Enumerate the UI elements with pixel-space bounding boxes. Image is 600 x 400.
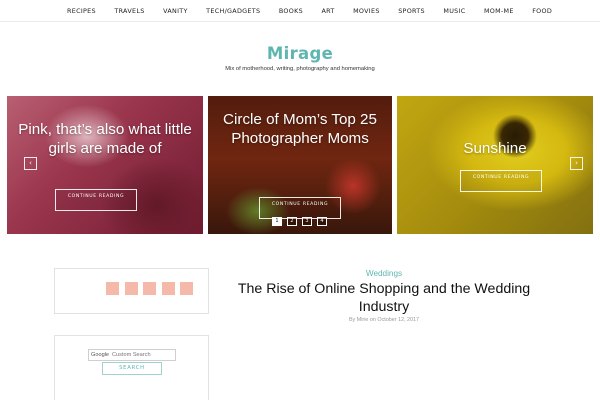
social-icon[interactable]	[106, 282, 119, 295]
slider-pagination: 1 2 3 4	[272, 217, 332, 226]
slider-page-1[interactable]: 1	[272, 217, 282, 226]
top-navigation: RECIPES TRAVELS VANITY TECH/GADGETS BOOK…	[0, 0, 600, 22]
post-meta: By Mirie on October 12, 2017	[348, 317, 420, 323]
nav-item-sports[interactable]: SPORTS	[398, 7, 425, 15]
social-icon[interactable]	[180, 282, 193, 295]
site-tagline: Mix of motherhood, writing, photography …	[225, 66, 375, 72]
slide-photographer-moms[interactable]: Circle of Mom’s Top 25 Photographer Moms…	[208, 96, 392, 234]
slide-image	[397, 96, 593, 234]
nav-item-food[interactable]: FOOD	[532, 7, 552, 15]
continue-reading-button[interactable]: CONTINUE READING	[460, 170, 542, 192]
slider-next-arrow-icon[interactable]: ›	[570, 157, 583, 170]
nav-item-books[interactable]: BOOKS	[279, 7, 303, 15]
slider-page-2[interactable]: 2	[287, 217, 297, 226]
featured-slider: Pink, that’s also what little girls are …	[0, 96, 600, 234]
post-category[interactable]: Weddings	[230, 269, 538, 278]
search-widget: Google SEARCH	[54, 335, 209, 400]
slide-title[interactable]: Circle of Mom’s Top 25 Photographer Moms	[208, 110, 392, 148]
slider-page-4[interactable]: 4	[317, 217, 327, 226]
nav-item-music[interactable]: MUSIC	[443, 7, 465, 15]
social-icons	[106, 282, 199, 295]
search-input[interactable]	[112, 351, 174, 359]
nav-item-mom-me[interactable]: MOM-ME	[484, 7, 514, 15]
slide-sunshine[interactable]: Sunshine CONTINUE READING	[397, 96, 593, 234]
nav-item-recipes[interactable]: RECIPES	[67, 7, 96, 15]
nav-menu: RECIPES TRAVELS VANITY TECH/GADGETS BOOK…	[67, 7, 571, 15]
slide-title[interactable]: Sunshine	[397, 139, 593, 158]
social-icon[interactable]	[143, 282, 156, 295]
social-icon[interactable]	[124, 282, 138, 295]
social-icon[interactable]	[161, 282, 175, 295]
nav-item-tech-gadgets[interactable]: TECH/GADGETS	[206, 7, 260, 15]
slider-page-3[interactable]: 3	[302, 217, 312, 226]
slide-pink[interactable]: Pink, that’s also what little girls are …	[7, 96, 203, 234]
continue-reading-button[interactable]: CONTINUE READING	[259, 197, 341, 219]
google-label: Google	[91, 352, 110, 358]
nav-item-movies[interactable]: MOVIES	[353, 7, 380, 15]
nav-item-art[interactable]: ART	[321, 7, 334, 15]
slide-title[interactable]: Pink, that’s also what little girls are …	[7, 120, 203, 158]
site-title[interactable]: Mirage	[0, 44, 600, 63]
nav-item-vanity[interactable]: VANITY	[163, 7, 188, 15]
search-button[interactable]: SEARCH	[102, 362, 162, 375]
continue-reading-button[interactable]: CONTINUE READING	[55, 189, 137, 211]
social-widget	[54, 268, 209, 314]
post-title[interactable]: The Rise of Online Shopping and the Wedd…	[225, 280, 543, 316]
slider-prev-arrow-icon[interactable]: ‹	[24, 157, 37, 170]
nav-item-travels[interactable]: TRAVELS	[114, 7, 144, 15]
search-box: Google	[88, 349, 176, 361]
